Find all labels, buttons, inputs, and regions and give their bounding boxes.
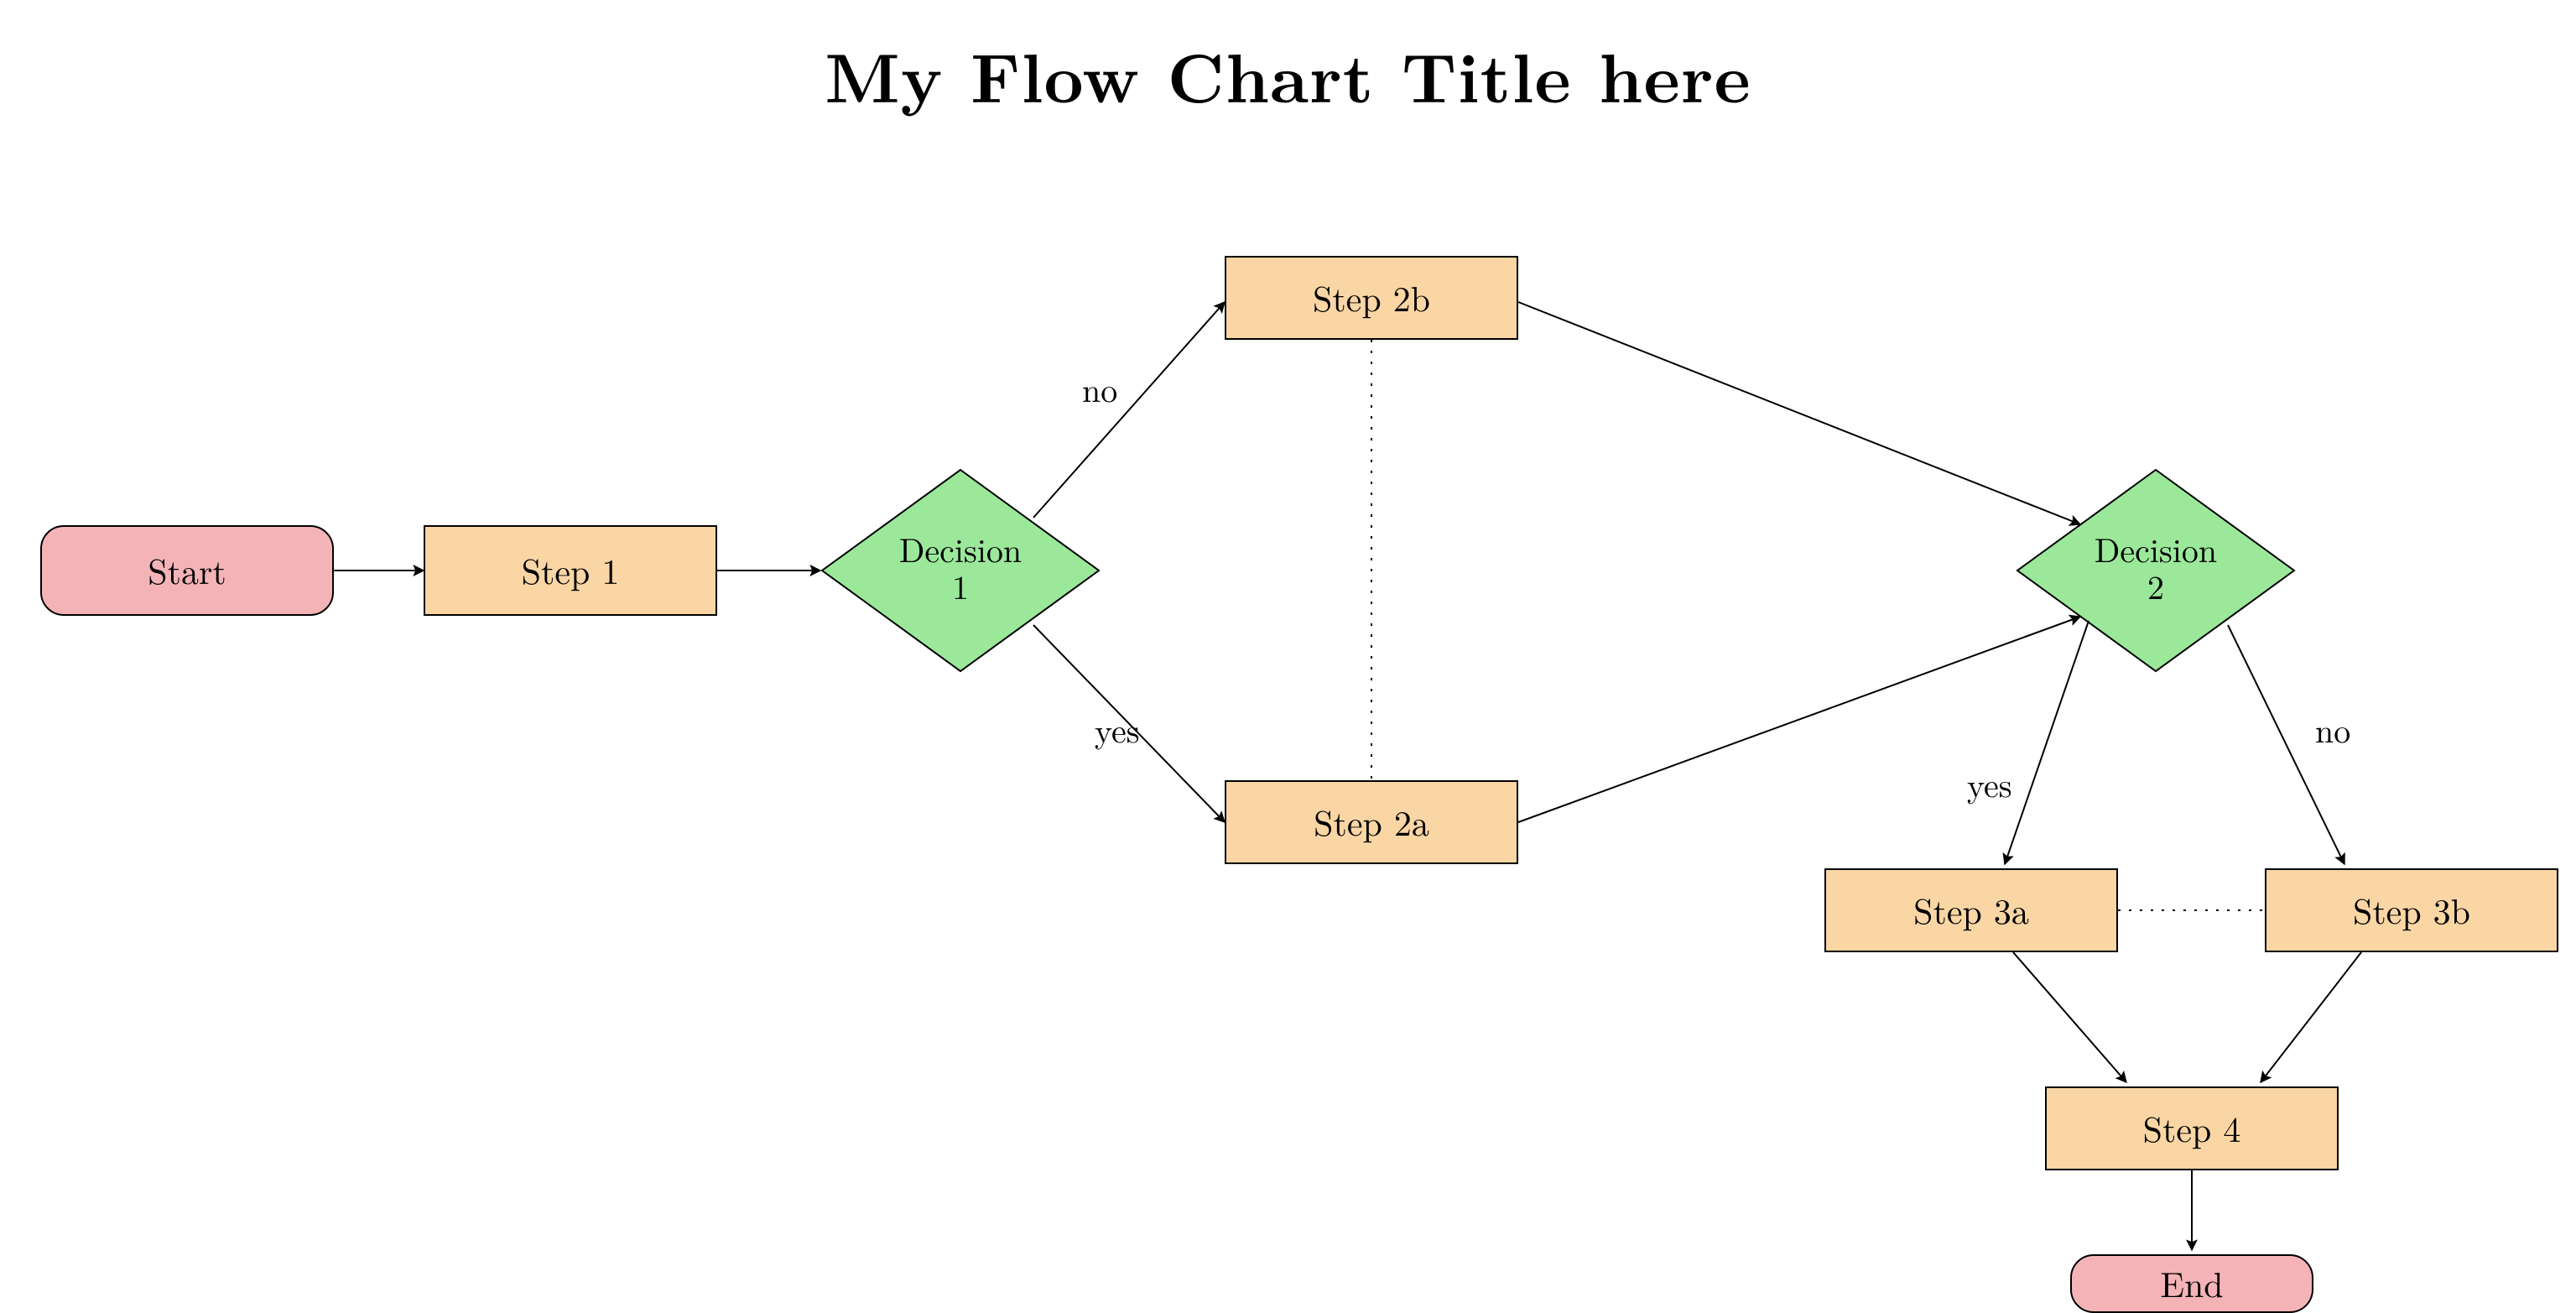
node-step1: Step 1 [424,525,717,616]
node-label: Step 4 [2143,1108,2241,1149]
node-step2a: Step 2a [1225,780,1518,864]
edge-dec2-step3a [2005,621,2089,864]
node-label: Step 3a [1913,890,2029,930]
edge-step3a-step4 [2013,952,2126,1082]
node-step3a: Step 3a [1824,868,2118,952]
node-label: Step 2a [1314,802,1429,842]
node-dec1 [822,470,1099,671]
node-end: End [2070,1254,2313,1313]
node-label: Step 3b [2353,890,2470,930]
edge-step2b-dec2 [1518,302,2080,524]
node-dec2 [2017,470,2294,671]
node-step3b: Step 3b [2265,868,2558,952]
edge-dec1-step2b [1033,302,1225,518]
node-label: Step 2b [1313,278,1430,318]
node-step2b: Step 2b [1225,256,1518,340]
node-label: Step 1 [522,550,620,591]
node-step4: Step 4 [2045,1086,2339,1170]
node-start: Start [40,525,334,616]
edge-dec1-step2a [1033,625,1225,822]
edge-step2a-dec2 [1518,617,2080,822]
node-label: End [2160,1264,2223,1304]
edge-step3b-step4 [2261,952,2361,1082]
node-label: Start [148,550,226,591]
edge-dec2-step3b [2228,625,2344,864]
